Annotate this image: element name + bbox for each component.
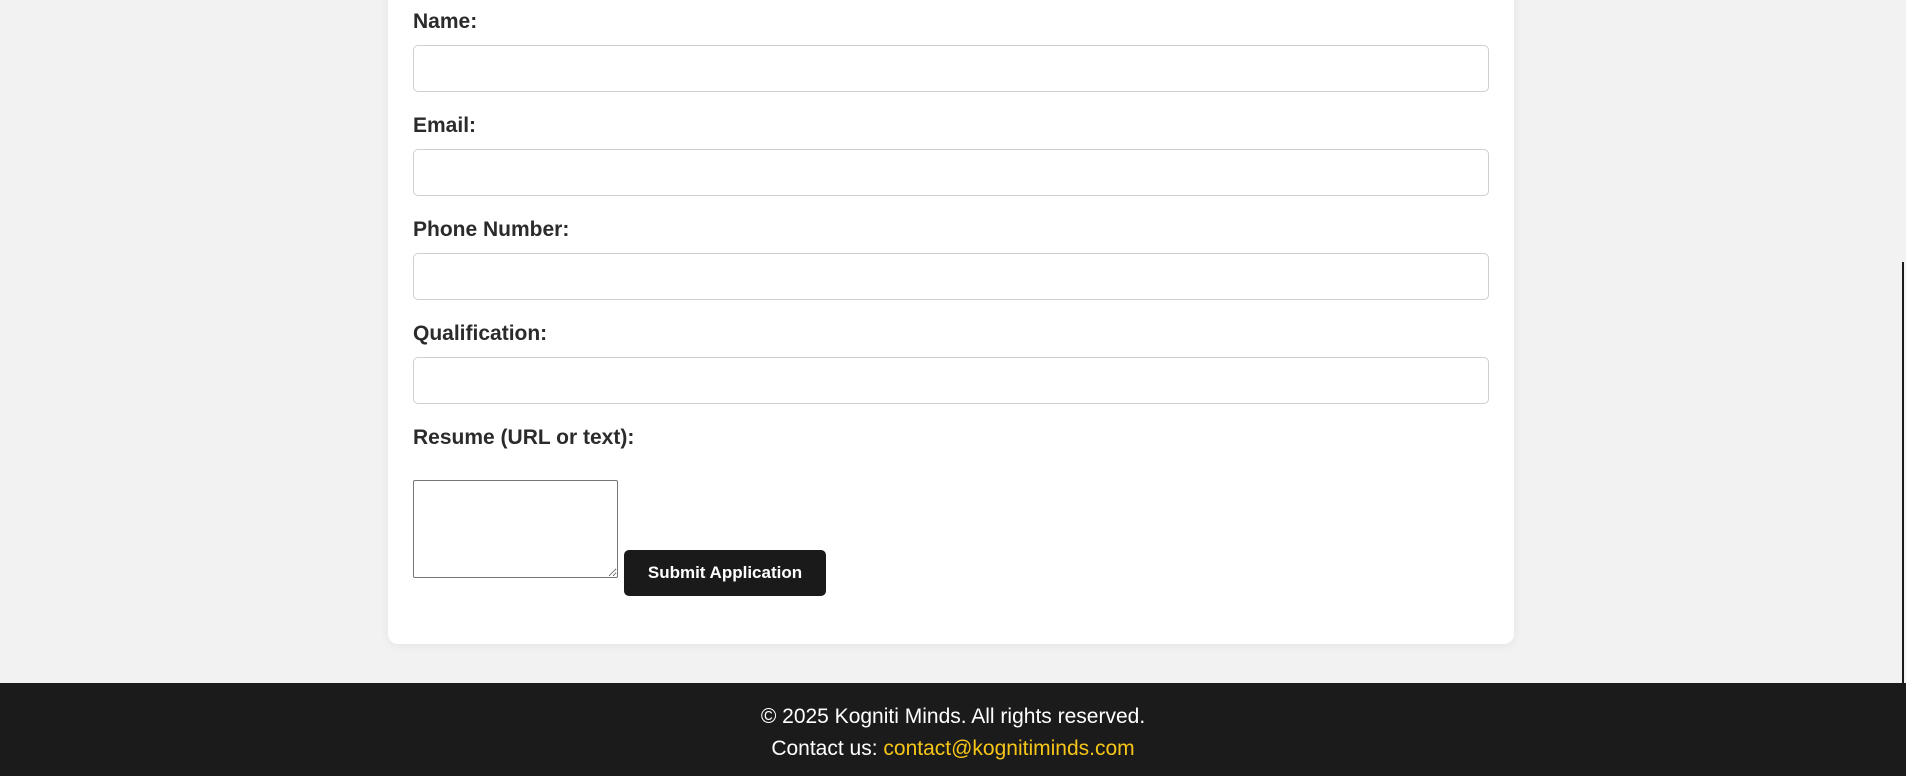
name-input[interactable] <box>413 45 1489 92</box>
phone-number-input[interactable] <box>413 253 1489 300</box>
qualification-input[interactable] <box>413 357 1489 404</box>
email-label: Email: <box>413 114 477 137</box>
scrollbar-edge <box>1902 262 1904 683</box>
name-label: Name: <box>413 10 478 33</box>
footer-copyright: © 2025 Kogniti Minds. All rights reserve… <box>760 705 1146 728</box>
resume-textarea[interactable] <box>413 480 618 578</box>
footer-contact: Contact us: contact@kognitiminds.com <box>0 737 1906 761</box>
resume-label: Resume (URL or text): <box>413 426 635 449</box>
qualification-label: Qualification: <box>413 322 548 345</box>
email-input[interactable] <box>413 149 1489 196</box>
footer-contact-prefix: Contact us: <box>771 737 878 760</box>
submit-application-button[interactable]: Submit Application <box>624 550 826 596</box>
contact-email-link[interactable]: contact@kognitiminds.com <box>883 737 1134 760</box>
footer: © 2025 Kogniti Minds. All rights reserve… <box>0 683 1906 776</box>
application-form-card: Name: Email: Phone Number: Qualification… <box>388 0 1514 644</box>
phone-number-label: Phone Number: <box>413 218 570 241</box>
page: Name: Email: Phone Number: Qualification… <box>0 0 1906 776</box>
